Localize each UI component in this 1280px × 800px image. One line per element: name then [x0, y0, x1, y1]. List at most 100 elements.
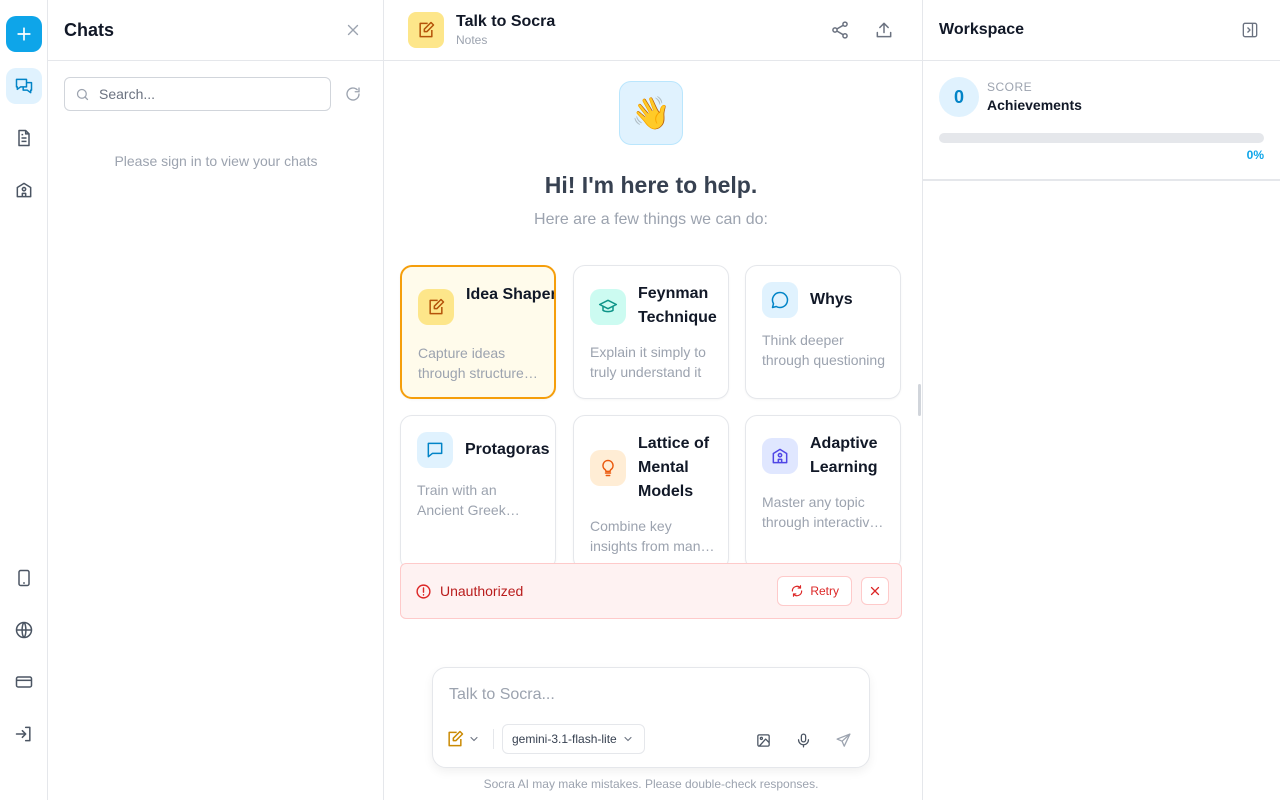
score-section: 0 SCORE Achievements 0% [923, 61, 1280, 181]
composer-divider [493, 729, 494, 749]
chevron-down-icon [470, 736, 478, 742]
rail-language-button[interactable] [6, 612, 42, 648]
note-edit-icon [448, 730, 464, 747]
send-button[interactable] [829, 726, 857, 754]
close-chats-button[interactable] [339, 16, 367, 44]
graduation-cap-icon [598, 299, 618, 313]
image-icon [756, 733, 770, 747]
chats-icon [15, 78, 33, 94]
card-title: Whys [810, 291, 853, 308]
notes-icon [18, 129, 30, 147]
share-button[interactable] [826, 16, 854, 44]
message-input[interactable] [449, 686, 849, 704]
chats-header: Chats [48, 0, 383, 61]
chat-bubble-icon [771, 291, 789, 309]
tablet-icon [18, 569, 30, 587]
card-title: Protagoras [465, 441, 550, 458]
note-edit-icon [419, 21, 435, 38]
card-description: Master any topic through interactive les… [762, 494, 878, 530]
card-description: Train with an Ancient Greek sophist [417, 482, 506, 518]
page-subtitle: Notes [456, 33, 488, 47]
retry-button[interactable]: Retry [777, 576, 852, 606]
upload-icon [876, 22, 892, 38]
card-description: Explain it simply to truly understand it [590, 344, 706, 380]
panel-collapse-icon [1242, 22, 1258, 38]
school-icon [16, 182, 32, 198]
note-edit-icon [429, 298, 445, 315]
card-icon-wrap [590, 450, 626, 486]
mode-selector[interactable] [445, 726, 480, 752]
voice-input-button[interactable] [789, 726, 817, 754]
hero-subtitle: Here are a few things we can do: [534, 211, 768, 228]
composer: gemini-3.1-flash-lite [432, 667, 870, 768]
rail-billing-button[interactable] [6, 664, 42, 700]
error-banner: Unauthorized Retry [400, 563, 902, 619]
chat-search-input[interactable] [99, 86, 309, 102]
mode-card-lattice[interactable]: Lattice of Mental Models Combine key ins… [573, 415, 729, 570]
message-square-icon [427, 442, 443, 458]
mode-card-whys[interactable]: Whys Think deeper through questioning [745, 265, 901, 399]
rail-chats-button[interactable] [6, 68, 42, 104]
refresh-icon [346, 87, 360, 101]
export-button[interactable] [870, 16, 898, 44]
card-title: Idea Shaper [466, 286, 556, 303]
card-icon-wrap [417, 432, 453, 468]
card-icon-wrap [762, 282, 798, 318]
refresh-icon [792, 585, 803, 597]
main-panel: Talk to Socra Notes 👋 Hi! I'm here to he… [384, 0, 922, 800]
page-title: Talk to Socra [456, 13, 556, 30]
progress-percent: 0% [1246, 148, 1264, 162]
mode-card-protagoras[interactable]: Protagoras Train with an Ancient Greek s… [400, 415, 556, 570]
plus-icon [17, 27, 31, 41]
new-chat-button[interactable] [6, 16, 42, 52]
app-root: Chats Please sign in to view your chats … [0, 0, 1280, 800]
model-selector[interactable]: gemini-3.1-flash-lite [502, 724, 645, 754]
chats-panel: Chats Please sign in to view your chats [48, 0, 384, 800]
card-description: Combine key insights from many disciplin… [590, 518, 708, 554]
workspace-title: Workspace [939, 21, 1025, 38]
mode-card-feynman[interactable]: Feynman Technique Explain it simply to t… [573, 265, 729, 399]
refresh-chats-button[interactable] [339, 80, 367, 108]
panel-resize-handle[interactable] [918, 384, 921, 416]
chevron-down-icon [624, 736, 632, 742]
main-header: Talk to Socra Notes [384, 0, 922, 61]
disclaimer: Socra AI may make mistakes. Please doubl… [483, 777, 819, 791]
close-icon [870, 586, 880, 596]
mode-card-adaptive-learning[interactable]: Adaptive Learning Master any topic throu… [745, 415, 901, 570]
card-icon-wrap [762, 438, 798, 474]
card-icon-wrap [590, 289, 626, 325]
collapse-workspace-button[interactable] [1236, 16, 1264, 44]
alert-circle-icon [416, 583, 431, 599]
sign-in-icon [15, 726, 31, 742]
search-icon [76, 88, 89, 100]
wave-emoji: 👋 [619, 81, 683, 145]
attach-image-button[interactable] [749, 726, 777, 754]
close-icon [347, 24, 359, 36]
share-icon [832, 21, 848, 39]
rail-tablet-button[interactable] [6, 560, 42, 596]
score-name: Achievements [987, 97, 1082, 113]
card-icon-wrap [418, 289, 454, 325]
rail-notes-button[interactable] [6, 120, 42, 156]
achievement-progress-bar [939, 133, 1264, 143]
mode-card-idea-shaper[interactable]: Idea Shaper Capture ideas through struct… [400, 265, 556, 399]
credit-card-icon [15, 676, 33, 688]
card-title: Adaptive Learning [810, 435, 878, 476]
microphone-icon [797, 732, 809, 748]
chat-search-box [64, 77, 331, 111]
model-name: gemini-3.1-flash-lite [512, 732, 617, 746]
chat-search-row [64, 77, 367, 111]
score-value: 0 [939, 77, 979, 117]
chats-title: Chats [64, 19, 115, 40]
globe-icon [15, 621, 33, 639]
dismiss-error-button[interactable] [861, 577, 889, 605]
chats-empty-message: Please sign in to view your chats [114, 153, 318, 169]
card-title: Lattice of Mental Models [638, 435, 710, 500]
card-description: Think deeper through questioning [762, 332, 885, 368]
score-label: SCORE [987, 80, 1033, 94]
rail-school-button[interactable] [6, 172, 42, 208]
card-title: Feynman Technique [638, 285, 717, 326]
rail-sign-in-button[interactable] [6, 716, 42, 752]
hero-title: Hi! I'm here to help. [544, 172, 758, 198]
mode-badge [408, 12, 444, 48]
